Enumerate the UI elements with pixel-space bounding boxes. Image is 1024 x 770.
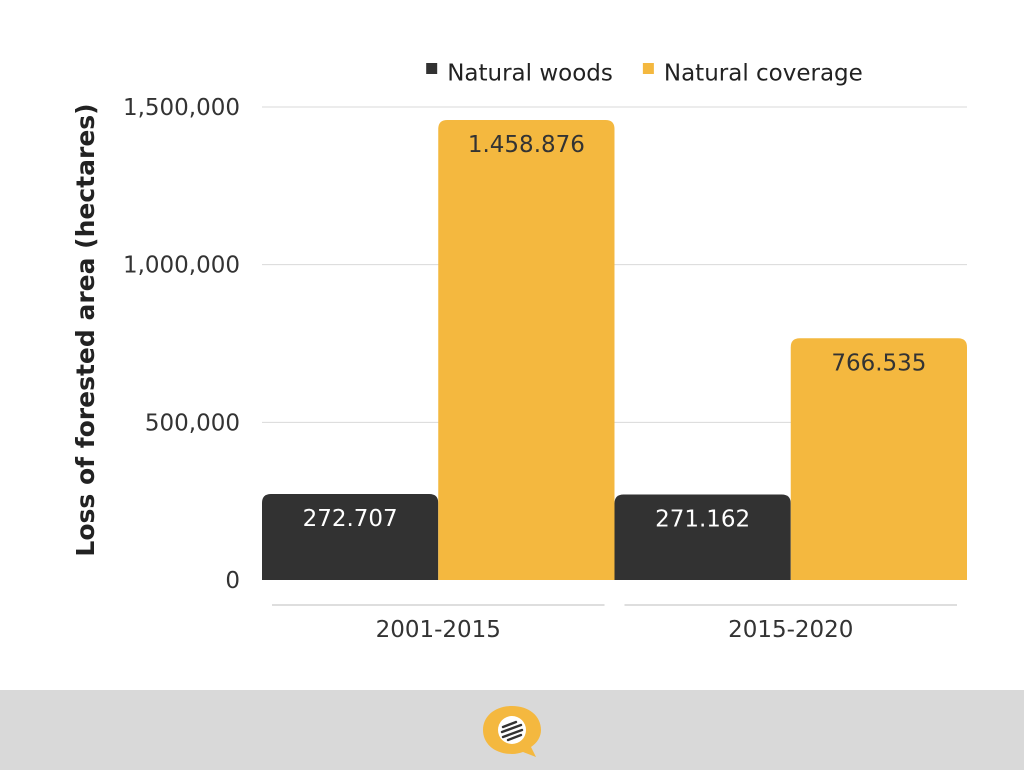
x-tick-label: 2015-2020: [728, 617, 853, 643]
x-axis: 2001-2015 2015-2020: [272, 604, 957, 643]
legend: Natural woods Natural coverage: [426, 61, 863, 87]
legend-item: Natural coverage: [642, 61, 863, 87]
speech-bubble-logo-icon: [483, 706, 541, 757]
y-tick-labels: 0 500,000 1,000,000 1,500,000: [123, 95, 240, 594]
legend-swatch: [642, 63, 654, 74]
bar-data-label: 272.707: [303, 506, 398, 532]
x-tick-label: 2001-2015: [376, 617, 501, 643]
y-axis-label: Loss of forested area (hectares): [71, 103, 100, 556]
legend-item: Natural woods: [426, 61, 613, 87]
legend-label: Natural coverage: [664, 61, 863, 87]
bar-data-label: 271.162: [655, 506, 750, 532]
bar-data-label: 766.535: [831, 350, 926, 376]
bar-data-label: 1.458.876: [468, 132, 585, 158]
bar-natural-coverage: [438, 119, 615, 580]
bar-chart: 0 500,000 1,000,000 1,500,000 272.707 271.16…: [71, 61, 967, 643]
y-tick-label: 1,500,000: [123, 95, 240, 121]
y-tick-label: 0: [225, 568, 240, 594]
y-tick-label: 1,000,000: [123, 253, 240, 279]
legend-swatch: [426, 63, 438, 74]
legend-label: Natural woods: [447, 61, 613, 87]
y-tick-label: 500,000: [145, 410, 240, 436]
